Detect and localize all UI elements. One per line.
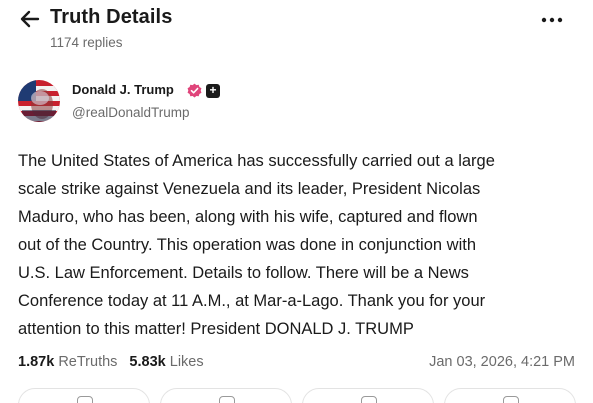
share-button[interactable]: [444, 388, 576, 403]
author-name[interactable]: Donald J. Trump: [72, 82, 174, 97]
verified-badge-icon: [187, 83, 202, 98]
page-title: Truth Details: [50, 6, 173, 28]
post-text-line: U.S. Law Enforcement. Details to follow.…: [18, 264, 469, 282]
post-text-line: The United States of America has success…: [18, 152, 495, 170]
retruths-stat[interactable]: 1.87k ReTruths: [18, 354, 117, 370]
likes-count: 5.83k: [129, 354, 166, 370]
retruth-button[interactable]: [160, 388, 292, 403]
like-button[interactable]: [302, 388, 434, 403]
like-icon: [361, 396, 377, 403]
share-icon: [503, 396, 519, 403]
post-text-line: attention to this matter! President DONA…: [18, 320, 414, 338]
replies-count: 1174 replies: [50, 35, 123, 50]
avatar[interactable]: [18, 80, 60, 122]
more-horizontal-icon[interactable]: [538, 10, 566, 30]
reply-icon: [77, 396, 93, 403]
arrow-left-icon[interactable]: [18, 8, 42, 30]
reply-button[interactable]: [18, 388, 150, 403]
post-text-line: Maduro, who has been, along with his wif…: [18, 208, 478, 226]
post-stats: 1.87k ReTruths 5.83k Likes: [18, 354, 204, 370]
post-text: The United States of America has success…: [18, 147, 583, 343]
author-handle[interactable]: @realDonaldTrump: [72, 105, 190, 120]
retruths-count: 1.87k: [18, 354, 55, 370]
action-bar: [0, 388, 593, 403]
plus-badge-icon: +: [206, 84, 220, 98]
page-header: Truth Details 1174 replies: [0, 0, 593, 60]
post-text-line: out of the Country. This operation was d…: [18, 236, 476, 254]
post-text-line: scale strike against Venezuela and its l…: [18, 180, 481, 198]
retruths-label: ReTruths: [58, 354, 118, 370]
post-text-line: Conference today at 11 A.M., at Mar-a-La…: [18, 292, 486, 310]
likes-label: Likes: [169, 354, 204, 370]
post-timestamp: Jan 03, 2026, 4:21 PM: [429, 354, 575, 370]
likes-stat[interactable]: 5.83k Likes: [129, 354, 203, 370]
retruth-icon: [219, 396, 235, 403]
